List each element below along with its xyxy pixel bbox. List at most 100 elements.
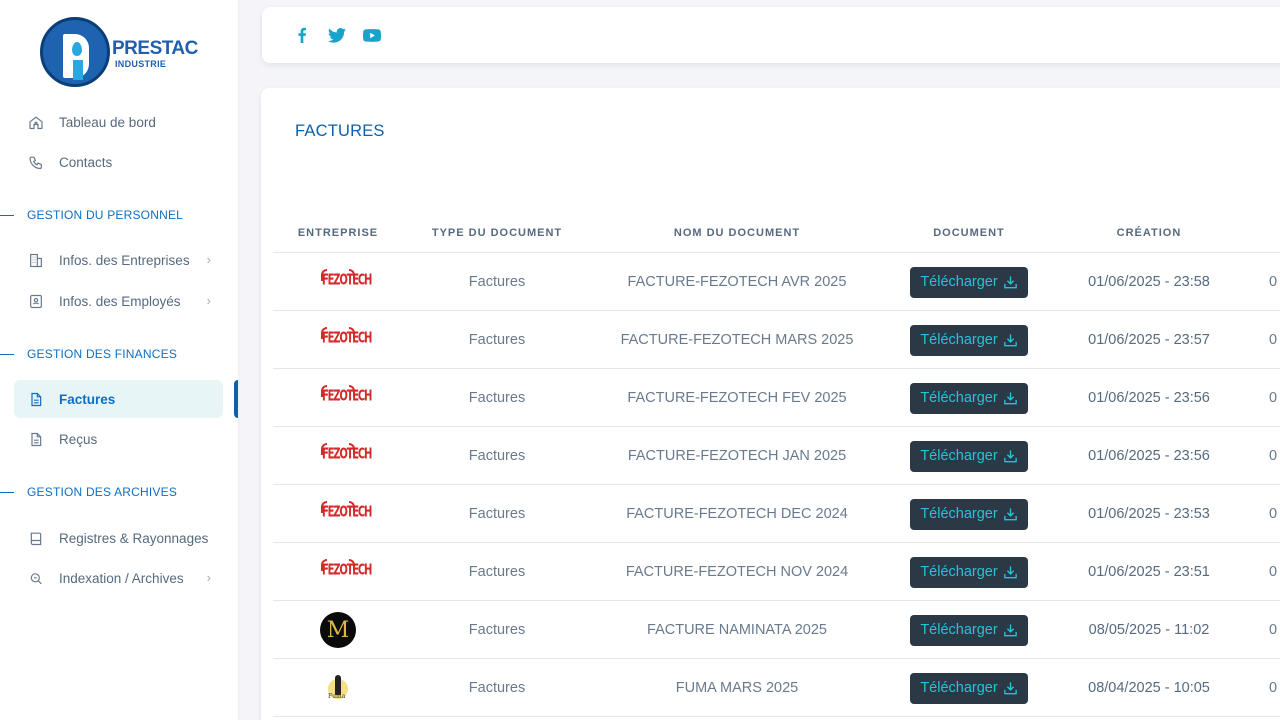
page-title: FACTURES <box>295 122 385 140</box>
creation-date: 01/06/2025 - 23:53 <box>1088 506 1210 522</box>
sidebar-item-label: Tableau de bord <box>59 114 156 130</box>
download-button[interactable]: Télécharger <box>910 440 1028 472</box>
sidebar-item-registres[interactable]: Registres & Rayonnages <box>14 519 223 557</box>
table-row: FEZOTECH Factures FACTURE-FEZOTECH NOV 2… <box>273 543 1280 601</box>
creation-date: 01/06/2025 - 23:56 <box>1088 448 1210 464</box>
creation-date: 08/05/2025 - 11:02 <box>1088 622 1210 638</box>
document-type: Factures <box>468 390 526 406</box>
extra-cell: 0 <box>1268 564 1278 580</box>
column-header-creation[interactable]: CRÉATION <box>1059 227 1239 239</box>
creation-date: 08/04/2025 - 10:05 <box>1088 680 1210 696</box>
download-label: Télécharger <box>920 564 998 580</box>
document-name: FACTURE-FEZOTECH DEC 2024 <box>626 506 848 522</box>
sidebar: PRESTAC INDUSTRIE Tableau de bord Contac… <box>0 0 238 720</box>
document-cell: Télécharger <box>893 485 1045 543</box>
download-button[interactable]: Télécharger <box>910 556 1028 588</box>
document-cell: Télécharger <box>893 369 1045 427</box>
document-type: Factures <box>468 680 526 696</box>
document-cell: Télécharger <box>893 543 1045 601</box>
download-button[interactable]: Télécharger <box>910 614 1028 646</box>
fezotech-logo: FEZOTECH <box>320 383 372 413</box>
youtube-icon[interactable] <box>361 25 383 45</box>
factures-card: FACTURES ENTREPRISE TYPE DU DOCUMENT NOM… <box>261 88 1280 720</box>
table-row: FEZOTECH Factures FACTURE-FEZOTECH AVR 2… <box>273 253 1280 311</box>
sidebar-item-employes[interactable]: Infos. des Employés › <box>14 282 223 320</box>
download-button[interactable]: Télécharger <box>910 324 1028 356</box>
company-logo-cell: FEZOTECH <box>273 311 403 369</box>
fezotech-logo: FEZOTECH <box>320 557 372 587</box>
extra-cell: 0 <box>1268 506 1278 522</box>
table-row: FEZOTECH Factures FACTURE-FEZOTECH JAN 2… <box>273 427 1280 485</box>
document-name: FACTURE-FEZOTECH FEV 2025 <box>627 390 847 406</box>
download-icon <box>1003 507 1018 521</box>
company-logo-cell: FEZOTECH <box>273 543 403 601</box>
download-icon <box>1003 681 1018 695</box>
table-row: M Factures FACTURE NAMINATA 2025 Télécha… <box>273 601 1280 659</box>
document-name: FACTURE NAMINATA 2025 <box>647 622 827 638</box>
column-header-document[interactable]: DOCUMENT <box>893 227 1045 239</box>
sidebar-item-label: Indexation / Archives <box>59 570 184 586</box>
document-cell: Télécharger <box>893 253 1045 311</box>
twitter-icon[interactable] <box>326 25 348 45</box>
column-header-type[interactable]: TYPE DU DOCUMENT <box>413 227 581 239</box>
document-type: Factures <box>468 506 526 522</box>
download-icon <box>1003 565 1018 579</box>
logo-mark <box>40 17 110 87</box>
sidebar-item-factures[interactable]: Factures <box>14 380 223 418</box>
sidebar-item-dashboard[interactable]: Tableau de bord <box>14 103 223 141</box>
brand-tagline: INDUSTRIE <box>115 59 167 69</box>
download-icon <box>1003 333 1018 347</box>
document-name: FACTURE-FEZOTECH JAN 2025 <box>627 448 847 464</box>
document-name: FACTURE-FEZOTECH AVR 2025 <box>627 274 847 290</box>
download-icon <box>1003 623 1018 637</box>
fezotech-logo: FEZOTECH <box>320 325 372 355</box>
section-title: GESTION DES FINANCES <box>27 347 178 361</box>
company-logo-cell: FEZOTECH <box>273 253 403 311</box>
document-type: Factures <box>468 622 526 638</box>
creation-date: 01/06/2025 - 23:58 <box>1088 274 1210 290</box>
creation-date: 01/06/2025 - 23:56 <box>1088 390 1210 406</box>
extra-cell: 0 <box>1268 274 1278 290</box>
download-label: Télécharger <box>920 390 998 406</box>
sidebar-item-label: Registres & Rayonnages <box>59 530 209 546</box>
extra-cell: 0 <box>1268 680 1278 696</box>
download-label: Télécharger <box>920 506 998 522</box>
company-logo-cell: M <box>273 601 403 659</box>
sidebar-item-contacts[interactable]: Contacts <box>14 143 223 181</box>
column-header-entreprise[interactable]: ENTREPRISE <box>273 227 403 239</box>
brand-name: PRESTAC <box>112 38 198 59</box>
download-icon <box>1003 391 1018 405</box>
section-header-archives: GESTION DES ARCHIVES <box>0 484 177 500</box>
creation-date: 01/06/2025 - 23:57 <box>1088 332 1210 348</box>
fuma-logo: Fuma <box>320 673 356 703</box>
facebook-icon[interactable] <box>291 25 313 45</box>
fezotech-logo: FEZOTECH <box>320 441 372 471</box>
file-text-icon <box>28 391 44 407</box>
home-icon <box>28 114 44 130</box>
company-logo-cell: FEZOTECH <box>273 427 403 485</box>
download-button[interactable]: Télécharger <box>910 382 1028 414</box>
section-header-personnel: GESTION DU PERSONNEL <box>0 207 183 223</box>
sidebar-item-recus[interactable]: Reçus <box>14 420 223 458</box>
download-label: Télécharger <box>920 622 998 638</box>
sidebar-item-entreprises[interactable]: Infos. des Entreprises › <box>14 241 223 279</box>
fezotech-logo: FEZOTECH <box>320 499 372 529</box>
search-icon <box>28 570 44 586</box>
download-button[interactable]: Télécharger <box>910 672 1028 704</box>
document-cell: Télécharger <box>893 659 1045 717</box>
sidebar-item-indexation[interactable]: Indexation / Archives › <box>14 559 223 597</box>
column-header-nom[interactable]: NOM DU DOCUMENT <box>601 227 873 239</box>
download-button[interactable]: Télécharger <box>910 498 1028 530</box>
brand-logo[interactable]: PRESTAC INDUSTRIE <box>40 17 198 89</box>
download-button[interactable]: Télécharger <box>910 266 1028 298</box>
download-icon <box>1003 449 1018 463</box>
company-logo-cell: Fuma <box>273 659 403 717</box>
table-row: FEZOTECH Factures FACTURE-FEZOTECH MARS … <box>273 311 1280 369</box>
download-icon <box>1003 275 1018 289</box>
download-label: Télécharger <box>920 332 998 348</box>
sidebar-item-label: Contacts <box>59 154 113 170</box>
file-icon <box>28 431 44 447</box>
extra-cell: 0 <box>1268 390 1278 406</box>
sidebar-item-label: Infos. des Employés <box>59 293 181 309</box>
creation-date: 01/06/2025 - 23:51 <box>1088 564 1210 580</box>
